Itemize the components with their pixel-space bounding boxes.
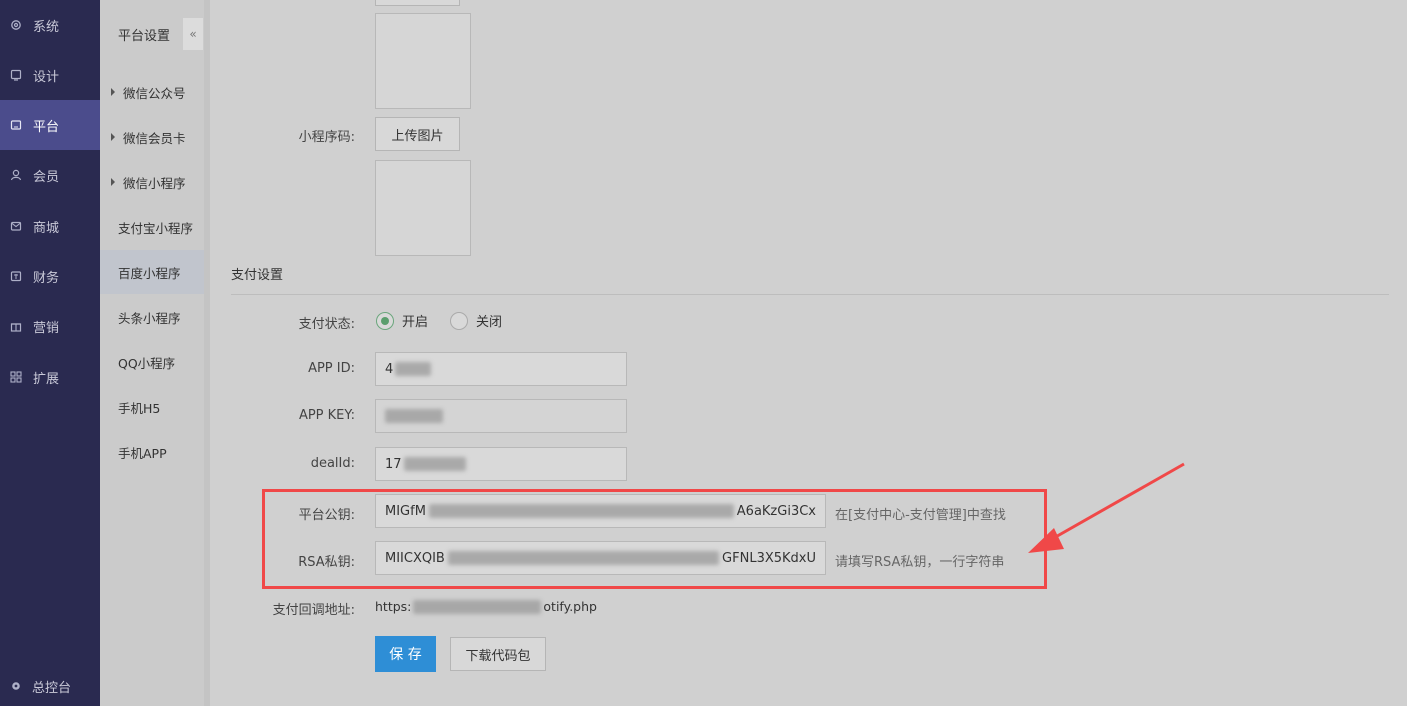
radio-label: 关闭 — [476, 315, 503, 330]
radio-circle — [376, 311, 394, 330]
callback-url-value: https: otify.php — [375, 599, 597, 614]
subnav-title-text: 平台设置 — [118, 28, 171, 44]
callback-url-end: otify.php — [543, 599, 597, 614]
subnav-item-label: 手机H5 — [118, 400, 161, 416]
nav-item-label: 营销 — [33, 320, 60, 336]
nav-item-platform[interactable]: 平台 — [0, 100, 100, 150]
subnav-item-qq-mini[interactable]: QQ小程序 — [100, 340, 205, 384]
double-chevron-left-icon[interactable]: « — [183, 18, 203, 50]
mail-icon — [9, 219, 23, 233]
platform-pubkey-input[interactable]: MIGfM A6aKzGi3Cx — [375, 494, 826, 528]
rsa-privkey-hint: 请填写RSA私钥，一行字符串 — [835, 555, 1005, 570]
rsa-privkey-value-end: GFNL3X5KdxU — [722, 550, 816, 566]
pay-status-label: 支付状态: — [298, 317, 355, 332]
pay-status-off-radio[interactable]: 关闭 — [450, 311, 502, 330]
platform-pubkey-value-start: MIGfM — [385, 503, 426, 519]
subnav-item-alipay-mini[interactable]: 支付宝小程序 — [100, 205, 205, 249]
platform-pubkey-value-end: A6aKzGi3Cx — [736, 503, 816, 519]
nav-item-label: 扩展 — [33, 371, 60, 387]
platform-pubkey-label: 平台公钥: — [298, 508, 355, 523]
image-preview-top — [375, 13, 471, 109]
grid-icon — [9, 370, 23, 384]
miniprogram-code-label: 小程序码: — [298, 130, 355, 145]
pay-status-on-radio[interactable]: 开启 — [376, 311, 428, 330]
nav-item-finance[interactable]: 财务 — [0, 251, 100, 301]
nav-item-extend[interactable]: 扩展 — [0, 352, 100, 402]
redacted-mask — [413, 599, 542, 614]
subnav-item-wechat-card[interactable]: 微信会员卡 — [100, 115, 205, 159]
nav-item-label: 会员 — [33, 169, 60, 185]
subnav-item-baidu-mini[interactable]: 百度小程序 — [100, 250, 205, 294]
monitor-icon — [9, 68, 23, 82]
subnav-item-label: 微信会员卡 — [123, 130, 186, 146]
nav-item-marketing[interactable]: 营销 — [0, 301, 100, 351]
subnav-item-wechat-mini[interactable]: 微信小程序 — [100, 160, 205, 204]
download-code-button[interactable]: 下载代码包 — [450, 637, 546, 671]
divider — [231, 294, 1389, 295]
subnav-item-toutiao-mini[interactable]: 头条小程序 — [100, 295, 205, 339]
nav-item-dashboard[interactable]: 总控台 — [0, 672, 100, 700]
redacted-mask — [447, 551, 720, 565]
redacted-mask — [395, 362, 432, 376]
deal-id-label: dealId: — [310, 456, 355, 471]
radio-circle — [450, 311, 468, 330]
gift-icon — [9, 319, 23, 333]
app-id-label: APP ID: — [308, 361, 355, 376]
miniprogram-code-preview — [375, 160, 471, 256]
nav-item-label: 商城 — [33, 220, 60, 236]
radio-label: 开启 — [402, 315, 429, 330]
user-icon — [9, 168, 23, 182]
app-key-input[interactable] — [375, 399, 627, 433]
nav-item-label: 总控台 — [32, 680, 72, 696]
expand-arrow-icon — [111, 178, 115, 186]
nav-item-label: 平台 — [33, 119, 60, 135]
redacted-mask — [428, 504, 734, 518]
redacted-mask — [385, 409, 443, 423]
subnav-item-label: 百度小程序 — [118, 265, 181, 281]
nav-item-label: 财务 — [33, 270, 60, 286]
wallet-icon — [9, 269, 23, 283]
upload-button-top[interactable] — [375, 0, 460, 6]
deal-id-input[interactable]: 17 — [375, 447, 627, 481]
app-id-value: 4 — [385, 361, 394, 377]
subnav-item-wechat-official[interactable]: 微信公众号 — [100, 70, 205, 114]
upload-image-button[interactable]: 上传图片 — [375, 117, 460, 151]
save-button[interactable]: 保 存 — [375, 636, 436, 672]
callback-url-label: 支付回调地址: — [272, 603, 355, 618]
platform-pubkey-hint: 在[支付中心-支付管理]中查找 — [835, 508, 1006, 523]
app-id-input[interactable]: 4 — [375, 352, 627, 386]
subnav-item-h5[interactable]: 手机H5 — [100, 385, 205, 429]
subnav-item-label: 支付宝小程序 — [118, 220, 194, 236]
rsa-privkey-value-start: MIICXQIB — [385, 550, 445, 566]
nav-item-system[interactable]: 系统 — [0, 0, 100, 50]
callback-url-start: https: — [375, 599, 412, 614]
tablet-icon — [9, 118, 23, 132]
deal-id-value: 17 — [385, 456, 402, 472]
subnav-item-label: 头条小程序 — [118, 310, 181, 326]
app-key-label: APP KEY: — [298, 408, 355, 423]
subnav-item-label: QQ小程序 — [118, 355, 176, 371]
nav-item-label: 设计 — [33, 69, 60, 85]
nav-item-design[interactable]: 设计 — [0, 50, 100, 100]
subnav-item-label: 微信小程序 — [123, 175, 186, 191]
gear-icon — [9, 18, 23, 32]
subnav-item-app[interactable]: 手机APP — [100, 430, 205, 474]
nav-item-member[interactable]: 会员 — [0, 150, 100, 200]
subnav-item-label: 微信公众号 — [123, 85, 186, 101]
main-nav: 系统 设计 平台 会员 商城 财务 营销 扩展 总控台 — [0, 0, 100, 706]
subnav-item-label: 手机APP — [118, 445, 167, 461]
redacted-mask — [403, 457, 466, 471]
rsa-privkey-label: RSA私钥: — [298, 555, 355, 570]
rsa-privkey-input[interactable]: MIICXQIB GFNL3X5KdxU — [375, 541, 826, 575]
expand-arrow-icon — [111, 88, 115, 96]
expand-arrow-icon — [111, 133, 115, 141]
settings-icon — [9, 679, 23, 693]
nav-item-label: 系统 — [33, 19, 60, 35]
platform-subnav: 平台设置 微信公众号 微信会员卡 微信小程序 支付宝小程序 百度小程序 头条小程… — [100, 0, 205, 706]
nav-item-mall[interactable]: 商城 — [0, 201, 100, 251]
pay-section-title: 支付设置 — [231, 268, 284, 283]
